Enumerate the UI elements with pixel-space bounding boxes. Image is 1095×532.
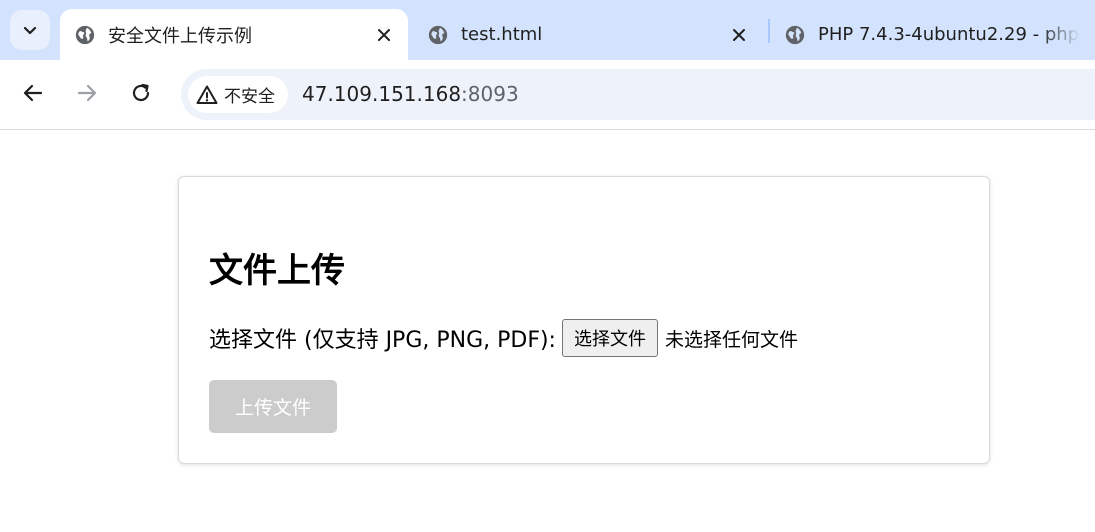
tab-fade: [1040, 9, 1080, 60]
back-button[interactable]: [15, 75, 51, 111]
close-icon[interactable]: [727, 23, 751, 47]
upload-card: 文件上传 选择文件 (仅支持 JPG, PNG, PDF): 选择文件 未选择任…: [178, 176, 990, 464]
browser-toolbar: 不安全 47.109.151.168:8093: [0, 60, 1095, 130]
upload-button[interactable]: 上传文件: [209, 380, 337, 433]
arrow-right-icon: [77, 84, 97, 102]
address-bar[interactable]: 不安全 47.109.151.168:8093: [181, 69, 1095, 120]
security-chip[interactable]: 不安全: [188, 76, 288, 113]
tab-strip: 安全文件上传示例 test.html PHP 7.4.3-4ubuntu2.29…: [0, 0, 1095, 60]
reload-icon: [132, 83, 150, 102]
close-icon[interactable]: [372, 23, 396, 47]
tab-test-html[interactable]: test.html: [413, 9, 763, 60]
reload-button[interactable]: [123, 75, 159, 111]
file-row: 选择文件 (仅支持 JPG, PNG, PDF): 选择文件 未选择任何文件: [209, 319, 798, 357]
tab-title: 安全文件上传示例: [108, 25, 252, 47]
globe-icon: [428, 25, 448, 44]
globe-icon: [785, 25, 805, 44]
file-label: 选择文件 (仅支持 JPG, PNG, PDF):: [209, 328, 556, 353]
tab-active[interactable]: 安全文件上传示例: [60, 9, 408, 60]
forward-button[interactable]: [69, 75, 105, 111]
chevron-down-icon: [23, 26, 37, 35]
url-text[interactable]: 47.109.151.168:8093: [302, 82, 519, 106]
no-file-text: 未选择任何文件: [664, 328, 798, 351]
page-title: 文件上传: [209, 251, 345, 291]
url-port: :8093: [461, 82, 519, 106]
tab-search-button[interactable]: [10, 10, 50, 50]
warning-icon: [196, 85, 218, 104]
arrow-left-icon: [23, 84, 43, 102]
globe-icon: [75, 25, 95, 44]
tab-title: test.html: [461, 24, 543, 45]
url-host: 47.109.151.168: [302, 82, 462, 106]
choose-file-button[interactable]: 选择文件: [561, 319, 658, 357]
security-label: 不安全: [224, 87, 275, 107]
